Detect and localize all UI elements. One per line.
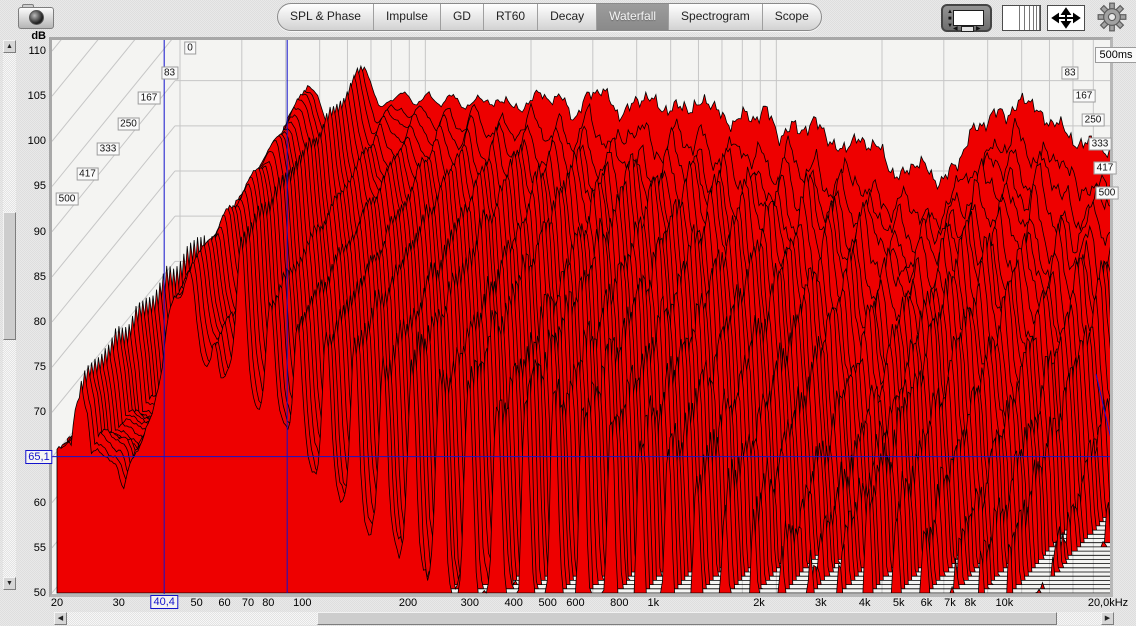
time-label-left: 167 [138, 92, 161, 105]
vertical-scrollbar-thumb[interactable] [3, 212, 16, 340]
x-tick-label: 20,0kHz [1088, 597, 1128, 609]
time-label-left: 250 [117, 117, 140, 130]
x-tick-label: 80 [262, 597, 274, 609]
x-tick-label: 30 [113, 597, 125, 609]
settings-gear-icon[interactable] [1097, 2, 1127, 32]
tab-decay[interactable]: Decay [537, 4, 596, 30]
x-tick-label: 400 [504, 597, 522, 609]
time-label-right: 167 [1073, 90, 1096, 103]
cursor-level-readout: 65,1 [25, 450, 52, 464]
x-tick-label: 500 [538, 597, 556, 609]
x-tick-label: 20 [51, 597, 63, 609]
time-label-right: 500 [1096, 187, 1119, 200]
time-label-right: 333 [1089, 138, 1112, 151]
cursor-frequency-readout: 40,4 [150, 595, 177, 609]
x-tick-label: 10k [995, 597, 1013, 609]
tab-scope[interactable]: Scope [762, 4, 821, 30]
time-label-left: 333 [97, 142, 120, 155]
camera-lens [29, 10, 44, 25]
x-tick-label: 70 [242, 597, 254, 609]
right-arrow-icon: ▶ [976, 26, 981, 32]
scroll-up-button[interactable]: ▲ [3, 40, 16, 53]
x-tick-label: 7k [944, 597, 956, 609]
waterfall-analyzer-window: SPL & PhaseImpulseGDRT60DecayWaterfallSp… [0, 0, 1136, 626]
x-tick-label: 800 [610, 597, 628, 609]
x-tick-label: 5k [893, 597, 905, 609]
time-label-right: 83 [1061, 67, 1078, 80]
x-tick-label: 4k [859, 597, 871, 609]
waterfall-slices [57, 66, 1110, 593]
scroll-down-button[interactable]: ▼ [3, 577, 16, 590]
x-tick-label: 100 [293, 597, 311, 609]
time-label-left: 417 [76, 168, 99, 181]
tab-rt60[interactable]: RT60 [483, 4, 537, 30]
x-tick-label: 1k [648, 597, 660, 609]
tab-gd[interactable]: GD [440, 4, 483, 30]
scroll-right-button[interactable]: ▶ [1101, 612, 1114, 625]
tab-impulse[interactable]: Impulse [373, 4, 440, 30]
horizontal-scrollbar-thumb[interactable] [317, 612, 1057, 625]
time-label-left: 83 [161, 67, 178, 80]
view-tab-bar: SPL & PhaseImpulseGDRT60DecayWaterfallSp… [277, 3, 822, 31]
time-label-left: 0 [184, 42, 196, 55]
cross-arrows-glyph [1048, 6, 1084, 30]
band-line [1039, 6, 1040, 30]
time-label-right: 250 [1082, 114, 1105, 127]
waterfall-plot-surface[interactable] [52, 40, 1110, 594]
up-arrow-icon: ▲ [947, 9, 953, 15]
tab-spl-phase[interactable]: SPL & Phase [278, 4, 373, 30]
square-icon: ■ [948, 16, 952, 22]
x-tick-label: 50 [191, 597, 203, 609]
pan-display-icon[interactable]: ▲ ■ ▼ ◀ ▶ [941, 4, 992, 32]
tab-waterfall[interactable]: Waterfall [596, 4, 668, 30]
band-line [1024, 6, 1025, 30]
x-tick-label: 200 [399, 597, 417, 609]
x-tick-label: 60 [218, 597, 230, 609]
scroll-left-button[interactable]: ◀ [54, 612, 67, 625]
time-label-right: 417 [1094, 162, 1117, 175]
band-line [1033, 6, 1034, 30]
x-tick-label: 600 [566, 597, 584, 609]
band-line [1029, 6, 1030, 30]
pan-screen-shape [953, 10, 984, 26]
band-line [1019, 6, 1020, 30]
time-label-left: 500 [56, 193, 79, 206]
x-tick-label: 8k [965, 597, 977, 609]
x-tick-label: 300 [461, 597, 479, 609]
x-tick-label: 2k [753, 597, 765, 609]
band-line [1036, 6, 1037, 30]
move-axes-icon[interactable] [1047, 5, 1085, 31]
frequency-bands-icon[interactable] [1002, 5, 1041, 31]
left-arrow-icon: ◀ [953, 26, 958, 32]
x-tick-label: 6k [921, 597, 933, 609]
time-axis-unit: 500ms [1095, 47, 1136, 63]
x-tick-label: 3k [815, 597, 827, 609]
tab-spectrogram[interactable]: Spectrogram [668, 4, 762, 30]
pan-slider-shape [961, 26, 974, 32]
gear-glyph [1097, 2, 1127, 32]
camera-icon[interactable] [18, 4, 52, 28]
